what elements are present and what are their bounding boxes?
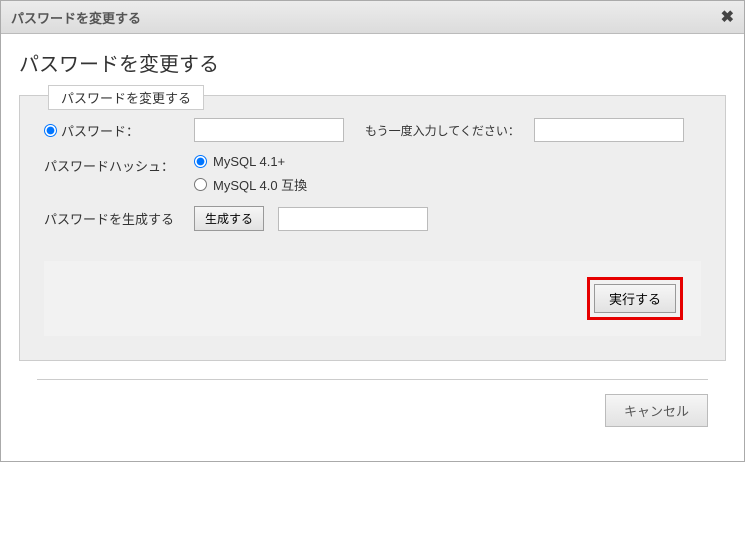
password-row: パスワード： もう一度入力してください： bbox=[44, 118, 701, 142]
hash-row: パスワードハッシュ： MySQL 4.1+ MySQL 4.0 互換 bbox=[44, 154, 701, 194]
hash-radio-1[interactable] bbox=[194, 155, 207, 168]
generate-button[interactable]: 生成する bbox=[194, 206, 264, 231]
generate-label: パスワードを生成する bbox=[44, 209, 174, 228]
fieldset-legend: パスワードを変更する bbox=[48, 85, 204, 110]
hash-option-2-label: MySQL 4.0 互換 bbox=[213, 175, 307, 194]
fieldset-footer: 実行する bbox=[44, 261, 701, 336]
hash-option-1[interactable]: MySQL 4.1+ bbox=[194, 154, 307, 169]
password-radio[interactable] bbox=[44, 124, 57, 137]
cancel-area: キャンセル bbox=[19, 380, 726, 441]
hash-radio-group: MySQL 4.1+ MySQL 4.0 互換 bbox=[194, 154, 307, 194]
hash-option-2[interactable]: MySQL 4.0 互換 bbox=[194, 175, 307, 194]
dialog-body: パスワードを変更する パスワードを変更する パスワード： もう一度入力してくださ… bbox=[1, 34, 744, 461]
cancel-button[interactable]: キャンセル bbox=[605, 394, 708, 427]
close-icon[interactable]: ✖ bbox=[721, 7, 734, 27]
hash-label: パスワードハッシュ： bbox=[44, 156, 174, 175]
hash-radio-2[interactable] bbox=[194, 178, 207, 191]
go-button[interactable]: 実行する bbox=[594, 284, 676, 313]
password-input[interactable] bbox=[194, 118, 344, 142]
generated-password-input[interactable] bbox=[278, 207, 428, 231]
change-password-fieldset: パスワードを変更する パスワード： もう一度入力してください： パ bbox=[19, 95, 726, 361]
generate-row: パスワードを生成する 生成する bbox=[44, 206, 701, 231]
dialog: パスワードを変更する ✖ パスワードを変更する パスワードを変更する パスワード… bbox=[0, 0, 745, 462]
dialog-header: パスワードを変更する ✖ bbox=[1, 1, 744, 34]
hash-option-1-label: MySQL 4.1+ bbox=[213, 154, 285, 169]
password-reenter-input[interactable] bbox=[534, 118, 684, 142]
go-button-highlight: 実行する bbox=[587, 277, 683, 320]
page-title: パスワードを変更する bbox=[19, 48, 726, 77]
dialog-title: パスワードを変更する bbox=[11, 8, 141, 27]
reenter-label: もう一度入力してください： bbox=[365, 124, 520, 138]
password-label: パスワード： bbox=[61, 121, 139, 140]
